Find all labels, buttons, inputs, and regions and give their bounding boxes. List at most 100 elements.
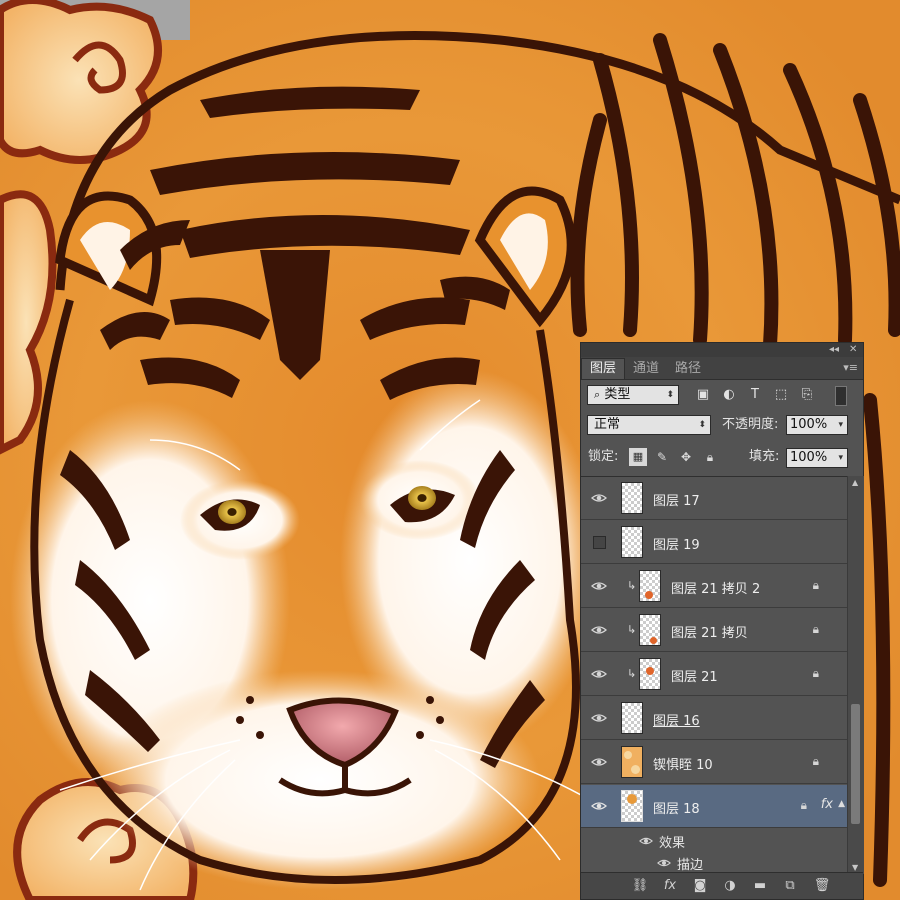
lock-icon: 🔒︎	[812, 754, 819, 768]
fill-value: 100%	[790, 450, 828, 465]
eye-icon[interactable]	[639, 834, 653, 848]
filter-toggle[interactable]	[835, 386, 847, 406]
filter-row: ⌕ 类型 ⬍ ▣ ◐ T ⬚ ⎘	[581, 380, 863, 408]
stroke-effect-label: 描边	[677, 858, 704, 873]
lock-image-brush-icon[interactable]: ✎	[653, 448, 671, 466]
layer-thumbnail	[621, 746, 643, 778]
new-layer-icon[interactable]: ⧉	[781, 877, 799, 895]
visibility-off-box[interactable]	[593, 536, 606, 549]
clipping-mask-arrow-icon: ↳	[627, 623, 637, 636]
filter-shape-icon[interactable]: ⬚	[771, 385, 791, 405]
layer-thumbnail	[621, 526, 643, 558]
dropdown-arrow-icon: ⬍	[698, 420, 706, 430]
lock-row: 锁定: ▦ ✎ ✥ 🔒︎ 填充: 100% ▾	[581, 443, 863, 473]
layer-name[interactable]: 锲惧眰 10	[653, 754, 713, 773]
layer-row[interactable]: 图层 19	[581, 521, 847, 564]
filter-pixel-icon[interactable]: ▣	[693, 385, 713, 405]
layer-name[interactable]: 图层 18	[653, 798, 700, 817]
tab-paths[interactable]: 路径	[667, 359, 709, 379]
panel-tabs: 图层 通道 路径 ▾≡	[581, 357, 863, 380]
eye-icon[interactable]	[591, 798, 607, 814]
tab-layers[interactable]: 图层	[581, 358, 626, 379]
opacity-field[interactable]: 100% ▾	[786, 415, 848, 435]
fx-icon[interactable]: fx	[661, 877, 679, 895]
collapse-icon[interactable]: ◂◂	[829, 343, 839, 357]
close-icon[interactable]: ✕	[849, 343, 857, 357]
filter-kind-dropdown[interactable]: ⌕ 类型 ⬍	[587, 385, 679, 405]
layer-row[interactable]: ↳ 图层 21 拷贝 2 🔒︎	[581, 565, 847, 608]
scrollbar-thumb[interactable]	[851, 704, 860, 824]
lock-icon: 🔒︎	[800, 798, 807, 812]
layers-bottom-toolbar: ⛓ fx ◙ ◑ ▬ ⧉ 🗑︎	[581, 872, 863, 899]
lock-position-move-icon[interactable]: ✥	[677, 448, 695, 466]
layer-name[interactable]: 图层 16	[653, 710, 700, 729]
layer-thumbnail	[639, 570, 661, 602]
lock-transparent-icon[interactable]: ▦	[629, 448, 647, 466]
layer-row-selected[interactable]: 图层 18 🔒︎ fx ▲	[581, 785, 847, 828]
filter-kind-label: 类型	[604, 387, 631, 402]
stroke-effect-row[interactable]: 描边	[581, 852, 847, 874]
blend-mode-dropdown[interactable]: 正常 ⬍	[587, 415, 711, 435]
tab-channels[interactable]: 通道	[625, 359, 667, 379]
dropdown-arrow-icon: ▾	[838, 420, 843, 430]
panel-titlebar: ◂◂ ✕	[581, 343, 863, 357]
search-icon: ⌕	[594, 388, 601, 401]
scroll-up-icon[interactable]: ▲	[852, 478, 858, 487]
eye-icon[interactable]	[591, 666, 607, 682]
filter-smart-object-icon[interactable]: ⎘	[797, 385, 817, 405]
mask-icon[interactable]: ◙	[691, 877, 709, 895]
expand-effects-icon[interactable]: ▲	[838, 799, 845, 809]
layers-panel: ◂◂ ✕ 图层 通道 路径 ▾≡ ⌕ 类型 ⬍ ▣ ◐ T ⬚ ⎘ 正常 ⬍ 不…	[580, 342, 864, 900]
layer-thumbnail	[621, 702, 643, 734]
layer-row[interactable]: ↳ 图层 21 🔒︎	[581, 653, 847, 696]
eye-icon[interactable]	[591, 622, 607, 638]
eye-icon[interactable]	[591, 754, 607, 770]
layer-row[interactable]: 图层 17	[581, 477, 847, 520]
dropdown-arrow-icon: ▾	[838, 453, 843, 463]
layer-row[interactable]: 锲惧眰 10 🔒︎	[581, 741, 847, 784]
eye-icon[interactable]	[591, 578, 607, 594]
fx-icon[interactable]: fx	[821, 797, 833, 812]
scroll-down-icon[interactable]: ▼	[852, 863, 858, 872]
blend-mode-value: 正常	[594, 417, 621, 432]
eye-icon[interactable]	[591, 490, 607, 506]
layer-name[interactable]: 图层 19	[653, 534, 700, 553]
folder-icon[interactable]: ▬	[751, 877, 769, 895]
layer-thumbnail	[639, 614, 661, 646]
link-icon[interactable]: ⛓	[631, 877, 649, 895]
cloud-top-left	[0, 0, 162, 164]
layer-name[interactable]: 图层 21	[671, 666, 718, 685]
layer-row[interactable]: ↳ 图层 21 拷贝 🔒︎	[581, 609, 847, 652]
layer-name[interactable]: 图层 21 拷贝 2	[671, 578, 760, 597]
layer-row[interactable]: 图层 16	[581, 697, 847, 740]
lock-icon: 🔒︎	[812, 666, 819, 680]
layer-thumbnail	[621, 790, 643, 822]
fill-field[interactable]: 100% ▾	[786, 448, 848, 468]
clipping-mask-arrow-icon: ↳	[627, 667, 637, 680]
layers-scrollbar[interactable]: ▲ ▼	[847, 476, 864, 874]
layer-name[interactable]: 图层 21 拷贝	[671, 622, 748, 641]
filter-adjustment-icon[interactable]: ◐	[719, 385, 739, 405]
blend-row: 正常 ⬍ 不透明度: 100% ▾	[581, 411, 863, 439]
effects-label: 效果	[659, 836, 686, 851]
filter-type-icon[interactable]: T	[745, 385, 765, 405]
layer-thumbnail	[639, 658, 661, 690]
lock-all-icon[interactable]: 🔒︎	[701, 448, 719, 466]
lock-icon: 🔒︎	[812, 622, 819, 636]
opacity-value: 100%	[790, 417, 828, 432]
dropdown-arrow-icon: ⬍	[666, 390, 674, 400]
fill-label: 填充:	[749, 449, 780, 464]
panel-menu-icon[interactable]: ▾≡	[843, 361, 858, 374]
lock-label: 锁定:	[588, 449, 619, 464]
layers-list: 图层 17 图层 19 ↳ 图层 21 拷贝 2 🔒︎ ↳ 图层 21 拷贝 🔒…	[581, 476, 847, 875]
layer-name[interactable]: 图层 17	[653, 490, 700, 509]
opacity-label: 不透明度:	[722, 417, 779, 432]
effects-row[interactable]: 效果	[581, 830, 847, 852]
lock-icon: 🔒︎	[812, 578, 819, 592]
clipping-mask-arrow-icon: ↳	[627, 579, 637, 592]
adjustment-icon[interactable]: ◑	[721, 877, 739, 895]
eye-icon[interactable]	[657, 856, 671, 870]
layer-thumbnail	[621, 482, 643, 514]
trash-icon[interactable]: 🗑︎	[813, 877, 831, 895]
eye-icon[interactable]	[591, 710, 607, 726]
